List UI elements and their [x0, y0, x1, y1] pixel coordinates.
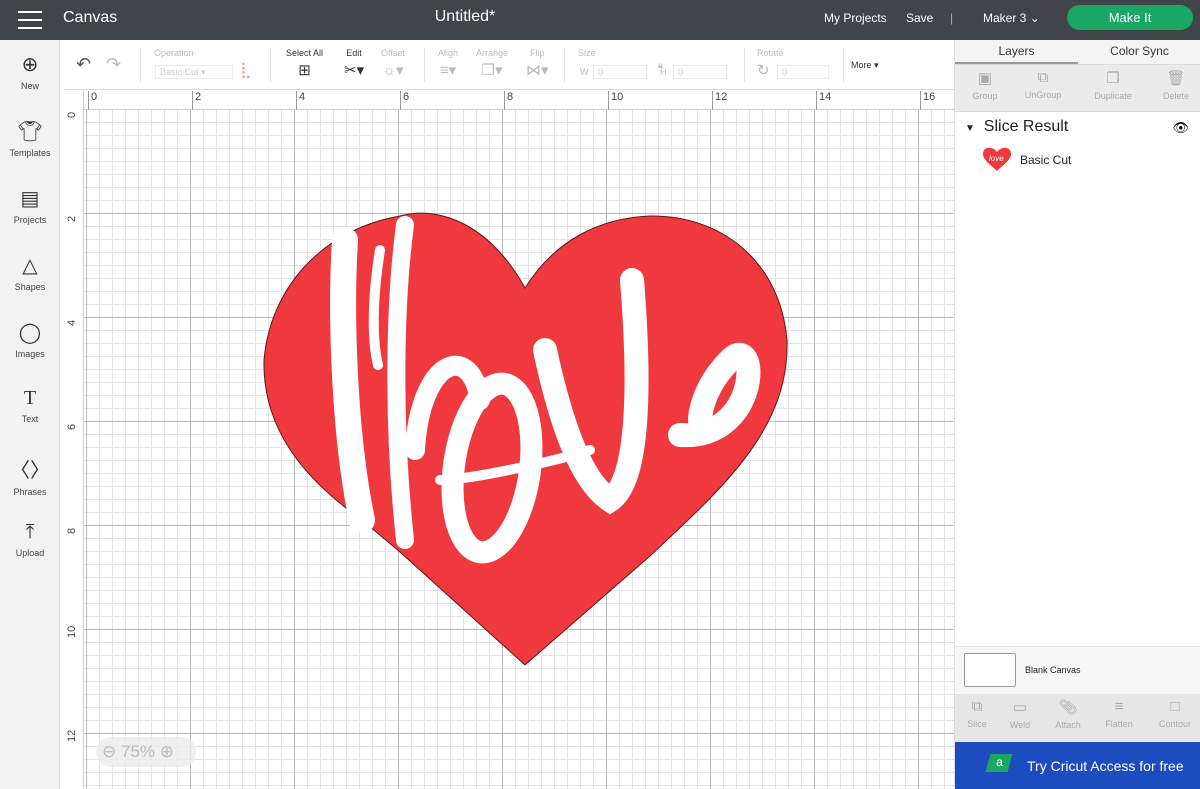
label: Attach [1055, 720, 1081, 730]
label: Group [972, 91, 998, 101]
zoom-level: 75% [120, 742, 156, 761]
promo-text: Try Cricut Access for free [1027, 758, 1184, 774]
contour-icon: □ [1170, 698, 1180, 715]
duplicate-icon: ❐ [1106, 70, 1120, 87]
caret-down-icon: ▼ [965, 123, 975, 134]
chevron-down-icon: ⌄ [1029, 11, 1040, 25]
blank-canvas-thumbnail[interactable] [964, 653, 1016, 687]
group-icon: ▣ [977, 70, 993, 87]
machine-select[interactable]: Maker 3 ⌄ [983, 11, 1040, 25]
zoom-out-icon[interactable]: ⊖ [102, 742, 116, 761]
layer-basic-cut[interactable]: Basic Cut [1020, 153, 1071, 167]
layer-thumbnail: love [981, 146, 1013, 172]
layers-list: ▼ Slice Result 👁︎ love Basic Cut Blank C… [955, 112, 1200, 694]
zoom-in-icon[interactable]: ⊕ [160, 742, 174, 761]
label: Contour [1158, 719, 1192, 729]
label: Weld [1009, 720, 1031, 730]
group-button[interactable]: ▣ Group [955, 69, 1015, 101]
cricut-access-logo-icon: a [985, 754, 1013, 772]
eye-icon[interactable]: 👁︎ [1172, 120, 1189, 136]
machine-label: Maker 3 [983, 11, 1027, 25]
layer-group-slice-result[interactable]: ▼ Slice Result [965, 118, 1068, 136]
ungroup-icon: ⧉ [1037, 69, 1049, 86]
layers-panel: Layers Color Sync ▣ Group ⧉ UnGroup ❐ Dupli… [954, 40, 1200, 789]
label: Slice [967, 719, 987, 729]
delete-button[interactable]: 🗑︎ Delete [1146, 69, 1200, 101]
zoom-control: ⊖ 75% ⊕ [96, 737, 196, 767]
label: Duplicate [1094, 91, 1132, 101]
tab-layers[interactable]: Layers [955, 40, 1078, 64]
group-name: Slice Result [983, 118, 1069, 135]
trash-icon: 🗑︎ [1166, 70, 1186, 87]
label: Flatten [1105, 719, 1133, 729]
label: UnGroup [1024, 90, 1062, 100]
tab-color-sync[interactable]: Color Sync [1078, 40, 1200, 64]
love-heart-design[interactable] [0, 0, 954, 789]
blank-canvas-label: Blank Canvas [1025, 665, 1081, 675]
flatten-button[interactable]: ≡ Flatten [1089, 698, 1149, 729]
cricut-access-promo[interactable]: a Try Cricut Access for free [955, 742, 1200, 789]
make-it-button[interactable]: Make It [1067, 5, 1193, 30]
flatten-icon: ≡ [1114, 698, 1124, 715]
bottom-actions: ⧉ Slice ▭ Weld 📎︎ Attach ≡ Flatten □ Contour [955, 694, 1200, 742]
ungroup-button[interactable]: ⧉ UnGroup [1013, 69, 1073, 100]
duplicate-button[interactable]: ❐ Duplicate [1083, 69, 1143, 101]
svg-text:love: love [989, 154, 1004, 163]
contour-button[interactable]: □ Contour [1145, 698, 1200, 729]
label: Delete [1162, 91, 1189, 101]
